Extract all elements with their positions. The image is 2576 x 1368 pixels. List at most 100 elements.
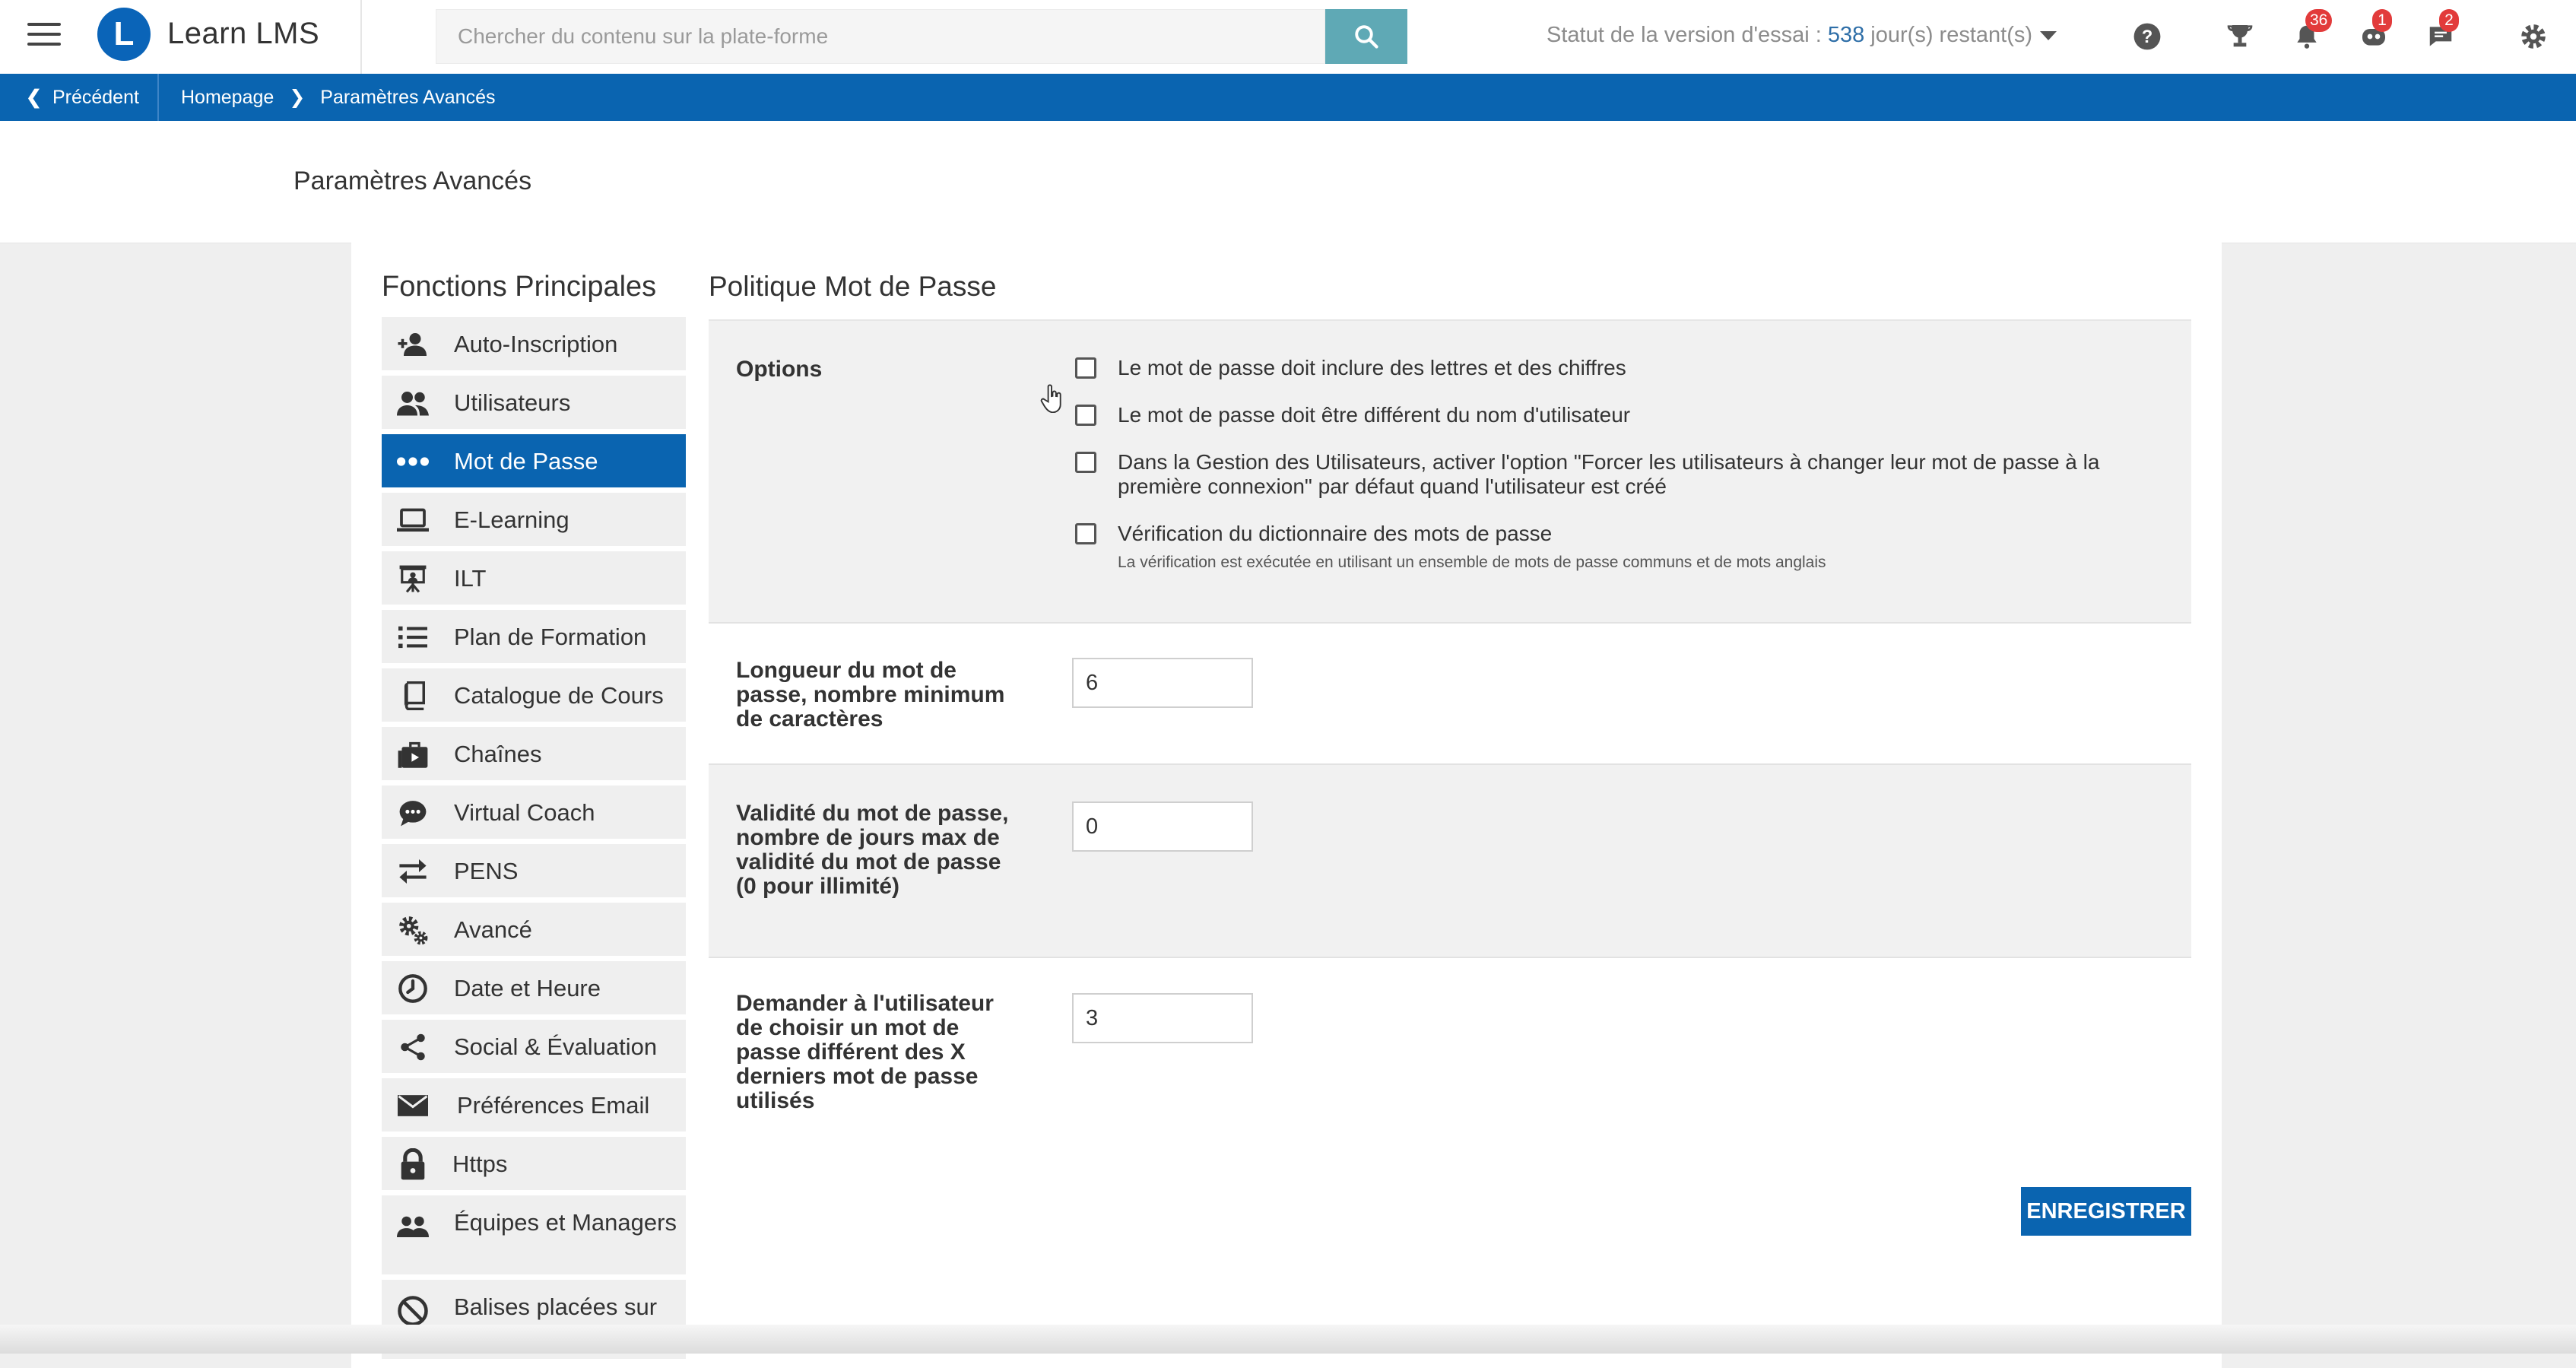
option-hint: La vérification est exécutée en utilisan… xyxy=(1118,554,1826,571)
book-icon xyxy=(397,680,429,712)
checkbox[interactable] xyxy=(1075,357,1096,379)
caret-down-icon xyxy=(2040,31,2057,41)
sidebar-item-label: Plan de Formation xyxy=(454,624,647,650)
sidebar-item-e-learning[interactable]: E-Learning xyxy=(382,493,686,546)
sidebar-item-plan-de-formation[interactable]: Plan de Formation xyxy=(382,610,686,663)
page-header: Paramètres Avancés xyxy=(0,121,2576,243)
hand-cursor-icon xyxy=(1040,384,1063,417)
help-icon[interactable]: ? xyxy=(2127,17,2167,56)
sidebar-item-label: Social & Évaluation xyxy=(454,1033,658,1060)
assistant-icon[interactable]: 1 xyxy=(2354,9,2394,56)
user-add-icon xyxy=(397,329,429,360)
min-length-section: Longueur du mot de passe, nombre minimum… xyxy=(709,625,2191,763)
chat-bubble-icon xyxy=(397,797,429,829)
trial-days: 538 xyxy=(1827,23,1865,47)
sidebar-item-auto-inscription[interactable]: Auto-Inscription xyxy=(382,317,686,370)
password-history-input[interactable] xyxy=(1072,993,1253,1043)
sidebar-item-preferences-email[interactable]: Préférences Email xyxy=(382,1078,686,1132)
clock-icon xyxy=(397,973,429,1005)
password-dots-icon xyxy=(397,446,429,478)
option-label: Dans la Gestion des Utilisateurs, active… xyxy=(1118,450,2100,498)
trophy-icon[interactable] xyxy=(2220,17,2260,56)
assistant-badge: 1 xyxy=(2372,9,2392,32)
sidebar-item-virtual-coach[interactable]: Virtual Coach xyxy=(382,786,686,839)
sidebar-item-pens[interactable]: PENS xyxy=(382,844,686,897)
breadcrumb-bar: ❮ Précédent Homepage ❯ Paramètres Avancés xyxy=(0,74,2576,121)
sidebar-item-label: ILT xyxy=(454,565,487,592)
presentation-icon xyxy=(397,563,429,595)
messages-icon[interactable]: 2 xyxy=(2421,9,2460,56)
sidebar-item-label: Date et Heure xyxy=(454,975,601,1001)
sidebar-item-label: Préférences Email xyxy=(457,1092,650,1119)
password-history-label: Demander à l'utilisateur de choisir un m… xyxy=(736,991,994,1113)
app-name[interactable]: Learn LMS xyxy=(167,17,319,51)
checkbox[interactable] xyxy=(1075,523,1096,544)
trial-status-label: Statut de la version d'essai : xyxy=(1547,23,1828,47)
notifications-badge: 36 xyxy=(2305,9,2333,32)
sidebar-item-label: Chaînes xyxy=(454,741,542,767)
sidebar-item-utilisateurs[interactable]: Utilisateurs xyxy=(382,376,686,429)
notifications-bell-icon[interactable]: 36 xyxy=(2287,9,2333,56)
validity-input[interactable] xyxy=(1072,801,1253,852)
option-label: Le mot de passe doit inclure des lettres… xyxy=(1118,356,1626,379)
sidebar-item-label: Virtual Coach xyxy=(454,799,595,826)
sidebar-item-label: Catalogue de Cours xyxy=(454,682,664,709)
search-icon xyxy=(1355,25,1378,49)
checkbox[interactable] xyxy=(1075,452,1096,473)
sidebar-item-label: E-Learning xyxy=(454,506,569,533)
sidebar-item-label: Https xyxy=(452,1151,508,1177)
app-logo[interactable]: L xyxy=(97,8,151,61)
chevron-right-icon: ❯ xyxy=(289,87,306,108)
users-icon xyxy=(397,387,429,419)
divider xyxy=(157,74,159,121)
gears-icon xyxy=(397,914,429,946)
sidebar-item-label: Auto-Inscription xyxy=(454,331,618,357)
sidebar-item-avance[interactable]: Avancé xyxy=(382,903,686,956)
sidebar-item-label: Utilisateurs xyxy=(454,389,571,416)
validity-label: Validité du mot de passe, nombre de jour… xyxy=(736,801,1009,899)
options-section: Options Le mot de passe doit inclure des… xyxy=(709,319,2191,624)
sidebar-item-label: Avancé xyxy=(454,916,532,943)
sidebar-item-chaines[interactable]: Chaînes xyxy=(382,727,686,780)
sidebar-title: Fonctions Principales xyxy=(382,271,657,303)
sidebar-item-social-evaluation[interactable]: Social & Évaluation xyxy=(382,1020,686,1073)
menu-icon[interactable] xyxy=(27,23,61,50)
sidebar-item-equipes-et-managers[interactable]: Équipes et Managers xyxy=(382,1195,686,1274)
back-label: Précédent xyxy=(52,87,139,108)
messages-badge: 2 xyxy=(2439,9,2459,32)
sidebar-item-date-et-heure[interactable]: Date et Heure xyxy=(382,961,686,1014)
search-input[interactable] xyxy=(436,9,1325,64)
validity-section: Validité du mot de passe, nombre de jour… xyxy=(709,763,2191,958)
settings-gear-icon[interactable] xyxy=(2514,17,2553,56)
page-title: Paramètres Avancés xyxy=(293,167,532,195)
chevron-left-icon: ❮ xyxy=(26,87,42,108)
sidebar-item-catalogue-de-cours[interactable]: Catalogue de Cours xyxy=(382,668,686,722)
sidebar-item-ilt[interactable]: ILT xyxy=(382,551,686,605)
checkbox[interactable] xyxy=(1075,405,1096,426)
min-length-label: Longueur du mot de passe, nombre minimum… xyxy=(736,658,1005,732)
laptop-icon xyxy=(397,504,429,536)
sidebar-item-label: Mot de Passe xyxy=(454,448,598,475)
breadcrumb: Homepage ❯ Paramètres Avancés xyxy=(181,86,495,109)
breadcrumb-home-link[interactable]: Homepage xyxy=(181,87,274,108)
options-label: Options xyxy=(736,357,823,382)
trial-status-suffix: jour(s) restant(s) xyxy=(1864,23,2033,47)
save-button[interactable]: ENREGISTRER xyxy=(2021,1187,2191,1236)
sidebar-menu: Auto-Inscription Utilisateurs Mot de Pas… xyxy=(382,317,686,1364)
sidebar-item-mot-de-passe[interactable]: Mot de Passe xyxy=(382,434,686,487)
svg-text:?: ? xyxy=(2142,27,2153,47)
option-label: Vérification du dictionnaire des mots de… xyxy=(1118,522,1553,545)
share-icon xyxy=(397,1031,429,1063)
top-bar: L Learn LMS Statut de la version d'essai… xyxy=(0,0,2576,75)
sidebar-item-label: Équipes et Managers xyxy=(454,1209,677,1236)
back-button[interactable]: ❮ Précédent xyxy=(26,86,139,109)
breadcrumb-current: Paramètres Avancés xyxy=(320,87,496,108)
password-history-section: Demander à l'utilisateur de choisir un m… xyxy=(709,960,2191,1127)
envelope-icon xyxy=(397,1090,429,1122)
list-icon xyxy=(397,621,429,653)
channels-icon xyxy=(397,738,429,770)
sidebar-item-https[interactable]: Https xyxy=(382,1137,686,1190)
search-button[interactable] xyxy=(1325,9,1407,64)
trial-status[interactable]: Statut de la version d'essai : 538 jour(… xyxy=(1547,23,2057,48)
min-length-input[interactable] xyxy=(1072,658,1253,708)
